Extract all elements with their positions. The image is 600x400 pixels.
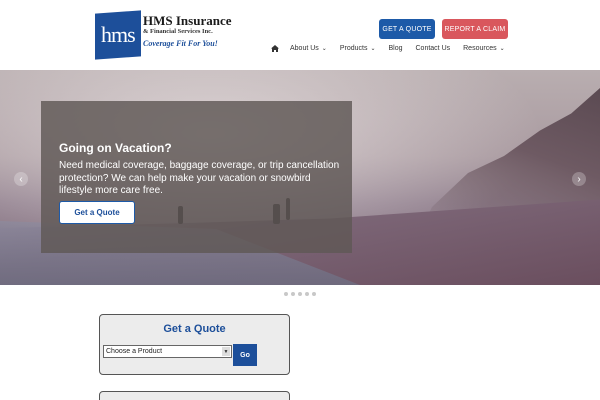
chevron-down-icon: ⌄ bbox=[499, 45, 505, 52]
slider-dot[interactable] bbox=[312, 292, 316, 296]
chevron-down-icon: ⌄ bbox=[370, 45, 376, 52]
nav-item-label: Resources bbox=[463, 44, 497, 52]
nav-item-label: About Us bbox=[290, 44, 319, 52]
nav-item-about-us[interactable]: About Us ⌄ bbox=[290, 45, 327, 52]
slider-dot[interactable] bbox=[291, 292, 295, 296]
nav-item-resources[interactable]: Resources ⌄ bbox=[463, 45, 505, 52]
hero-title: Going on Vacation? bbox=[59, 141, 172, 155]
product-select-value: Choose a Product bbox=[106, 348, 163, 355]
nav-item-contact-us[interactable]: Contact Us bbox=[416, 45, 451, 52]
main-nav: About Us ⌄ Products ⌄ Blog Contact Us Re… bbox=[270, 42, 505, 54]
brand-subtitle: & Financial Services Inc. bbox=[143, 28, 213, 35]
slider-dot[interactable] bbox=[305, 292, 309, 296]
site-header: hms HMS Insurance & Financial Services I… bbox=[0, 0, 600, 70]
page: hms HMS Insurance & Financial Services I… bbox=[0, 0, 600, 400]
dropdown-arrow-icon: ▼ bbox=[222, 347, 230, 356]
brand-tagline: Coverage Fit For You! bbox=[143, 39, 218, 48]
chevron-left-icon[interactable]: ‹ bbox=[14, 172, 28, 186]
get-a-quote-button[interactable]: GET A QUOTE bbox=[379, 19, 435, 39]
hero-text: Need medical coverage, baggage coverage,… bbox=[59, 160, 340, 196]
chevron-right-icon[interactable]: › bbox=[572, 172, 586, 186]
brand-name: HMS Insurance bbox=[143, 13, 232, 28]
nav-item-blog[interactable]: Blog bbox=[388, 45, 402, 52]
logo-initials: hms bbox=[101, 22, 135, 47]
logo[interactable]: hms bbox=[95, 10, 141, 60]
report-a-claim-button[interactable]: REPORT A CLAIM bbox=[442, 19, 508, 39]
slider-dots bbox=[284, 292, 316, 296]
secondary-widget bbox=[99, 391, 290, 400]
quote-widget-title: Get a Quote bbox=[163, 323, 226, 335]
chevron-down-icon: ⌄ bbox=[321, 45, 327, 52]
home-icon[interactable] bbox=[270, 44, 280, 53]
nav-item-label: Contact Us bbox=[415, 44, 451, 52]
slider-dot[interactable] bbox=[284, 292, 288, 296]
slider-dot[interactable] bbox=[298, 292, 302, 296]
quote-widget: Get a Quote Choose a Product ▼ Go bbox=[99, 314, 290, 375]
nav-item-label: Blog bbox=[388, 44, 403, 52]
nav-item-products[interactable]: Products ⌄ bbox=[340, 45, 376, 52]
product-select[interactable]: Choose a Product ▼ bbox=[103, 345, 232, 358]
hero-caption: Going on Vacation? Need medical coverage… bbox=[41, 101, 352, 253]
go-button[interactable]: Go bbox=[233, 344, 257, 366]
nav-item-label: Products bbox=[339, 44, 368, 52]
hero-get-a-quote-button[interactable]: Get a Quote bbox=[59, 201, 135, 224]
